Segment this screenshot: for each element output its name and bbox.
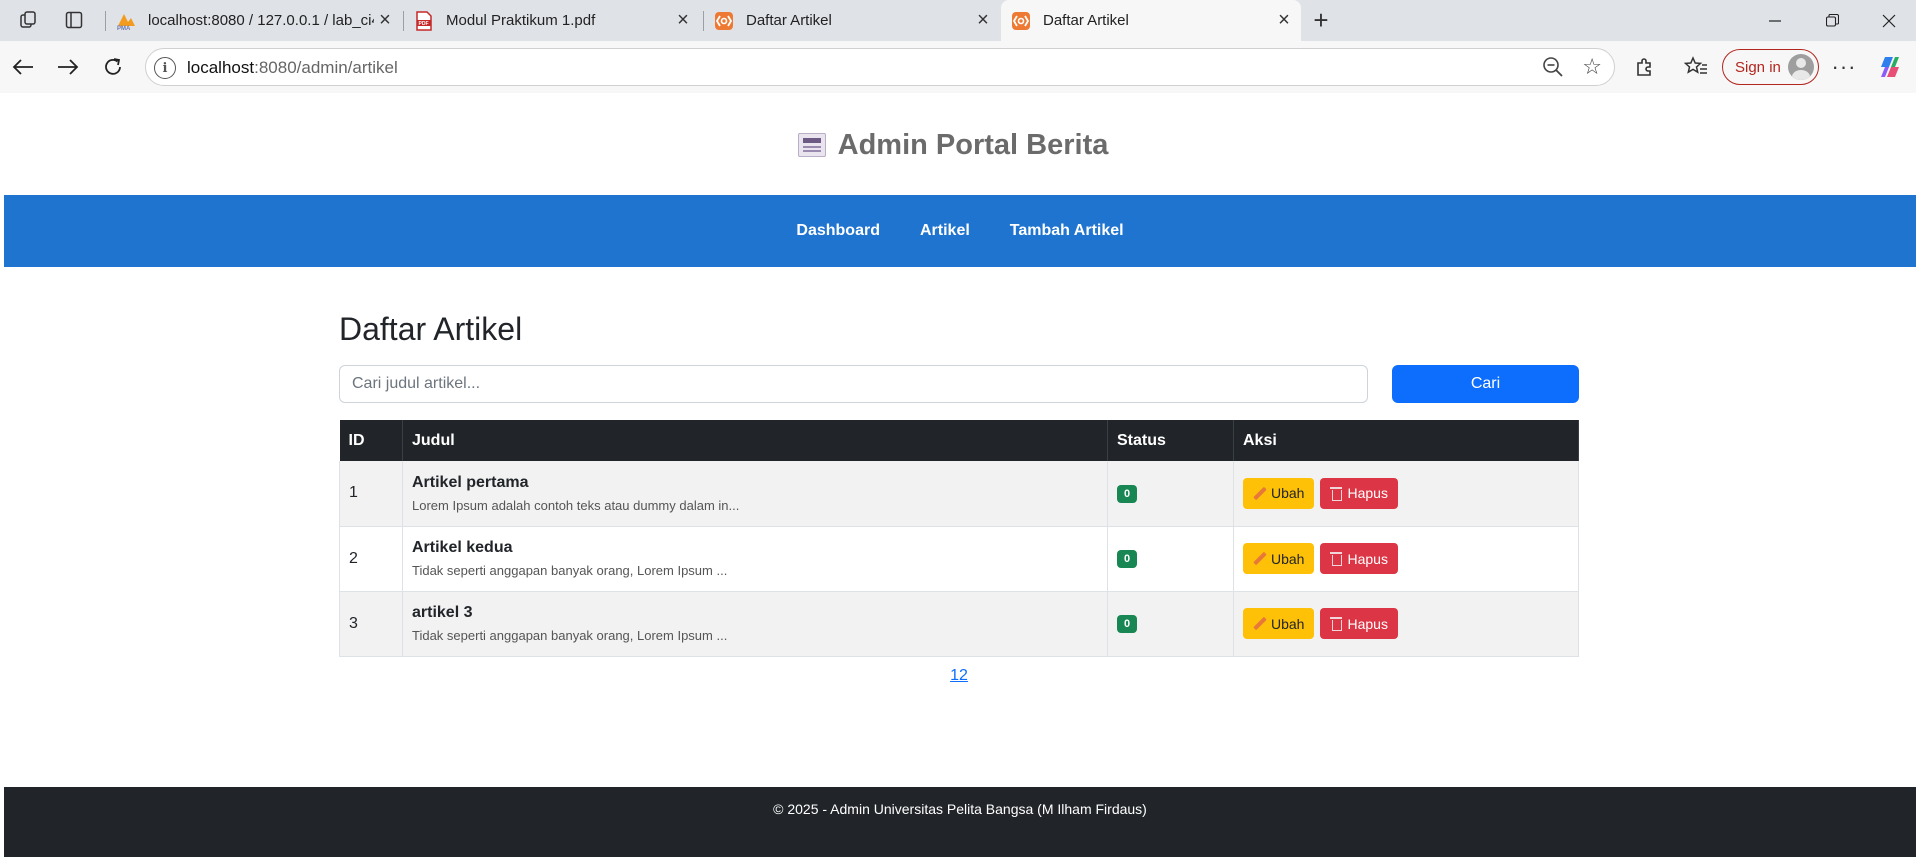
cell-status: 0 [1107,461,1234,527]
delete-button[interactable]: Hapus [1320,477,1398,509]
table-header-row: ID Judul Status Aksi [339,420,1579,461]
site-brand: Admin Portal Berita [797,128,1109,162]
trash-icon [1330,486,1343,501]
status-badge: 0 [1117,484,1138,503]
pencil-icon [1253,552,1266,565]
forward-icon[interactable] [50,50,86,84]
page-link-1[interactable]: 1 [950,667,959,684]
column-header-id: ID [339,420,403,461]
browser-tab-phpmyadmin[interactable]: PMA localhost:8080 / 127.0.0.1 / lab_ci4… [106,0,402,41]
column-header-aksi: Aksi [1233,420,1579,461]
footer-text: © 2025 - Admin Universitas Pelita Bangsa… [773,801,1147,817]
cell-judul: Artikel kedua Tidak seperti anggapan ban… [402,526,1108,592]
cell-id: 1 [339,461,403,527]
pencil-icon [1253,617,1266,630]
phpmyadmin-icon: PMA [116,11,136,31]
cell-judul: Artikel pertama Lorem Ipsum adalah conto… [402,461,1108,527]
newspaper-icon [797,133,826,157]
site-footer: © 2025 - Admin Universitas Pelita Bangsa… [4,787,1916,857]
column-header-status: Status [1107,420,1234,461]
delete-button[interactable]: Hapus [1320,543,1398,574]
nav-tambah-artikel[interactable]: Tambah Artikel [1010,222,1124,240]
tab-title: localhost:8080 / 127.0.0.1 / lab_ci4 [148,12,374,29]
edit-button[interactable]: Ubah [1243,477,1315,509]
profile-avatar-icon [1788,54,1814,80]
codeigniter-icon [1011,11,1031,31]
address-bar[interactable]: i localhost:8080/admin/artikel ☆ [145,48,1615,86]
minimize-icon[interactable] [1747,0,1803,41]
url-text[interactable]: localhost:8080/admin/artikel [187,58,398,78]
copilot-icon[interactable] [1876,53,1904,81]
column-header-judul: Judul [402,420,1108,461]
search-input[interactable] [339,365,1368,403]
trash-icon [1330,617,1343,631]
article-title: artikel 3 [412,604,473,621]
zoom-out-icon[interactable] [1542,56,1566,80]
edit-button[interactable]: Ubah [1243,608,1315,639]
cell-status: 0 [1107,526,1234,592]
page-link-2[interactable]: 2 [959,667,968,684]
status-badge: 0 [1117,615,1138,633]
articles-table: ID Judul Status Aksi 1 Artikel pertama L… [339,420,1579,657]
tab-actions-icon[interactable] [57,5,91,35]
close-tab-icon[interactable]: × [1273,9,1295,32]
pdf-icon: PDF [414,10,434,31]
browser-tab-daftar-artikel-active[interactable]: Daftar Artikel × [1001,0,1301,41]
article-excerpt: Tidak seperti anggapan banyak orang, Lor… [412,563,728,578]
cell-aksi: Ubah Hapus [1233,526,1579,592]
extensions-icon[interactable] [1630,53,1658,81]
browser-tab-strip: PMA localhost:8080 / 127.0.0.1 / lab_ci4… [0,0,1916,41]
tab-title: Daftar Artikel [1043,12,1129,29]
restore-icon[interactable] [1804,0,1860,41]
cell-judul: artikel 3 Tidak seperti anggapan banyak … [402,591,1108,657]
browser-tab-daftar-artikel[interactable]: Daftar Artikel × [704,0,1000,41]
back-icon[interactable] [5,50,41,84]
article-title: Artikel kedua [412,539,513,556]
pencil-icon [1253,487,1266,500]
sign-in-button[interactable]: Sign in [1722,49,1819,85]
trash-icon [1330,552,1343,566]
site-title: Admin Portal Berita [837,128,1109,161]
cell-id: 2 [339,526,403,592]
close-tab-icon[interactable]: × [672,9,694,32]
nav-dashboard[interactable]: Dashboard [796,222,880,240]
close-window-icon[interactable] [1861,0,1916,41]
main-navbar: Dashboard Artikel Tambah Artikel [4,195,1916,267]
site-info-icon[interactable]: i [154,57,176,79]
new-tab-icon[interactable]: + [1304,5,1338,35]
browser-tab-pdf[interactable]: PDF Modul Praktikum 1.pdf × [404,0,700,41]
more-options-icon[interactable]: ··· [1830,53,1858,81]
tab-title: Daftar Artikel [746,12,832,29]
close-tab-icon[interactable]: × [374,9,396,32]
delete-button[interactable]: Hapus [1320,608,1398,639]
page-viewport: Admin Portal Berita Dashboard Artikel Ta… [4,93,1916,857]
workspaces-icon[interactable] [12,5,46,35]
article-excerpt: Lorem Ipsum adalah contoh teks atau dumm… [412,497,740,513]
cell-aksi: Ubah Hapus [1233,461,1579,527]
pagination: 12 [339,667,1579,685]
codeigniter-icon [714,11,734,31]
nav-artikel[interactable]: Artikel [920,222,970,240]
cell-aksi: Ubah Hapus [1233,591,1579,657]
svg-text:PMA: PMA [117,26,131,30]
status-badge: 0 [1117,550,1138,568]
cell-status: 0 [1107,591,1234,657]
svg-text:PDF: PDF [419,21,429,27]
table-row: 1 Artikel pertama Lorem Ipsum adalah con… [339,461,1579,527]
article-title: Artikel pertama [412,473,529,491]
site-header: Admin Portal Berita [4,93,1916,195]
article-excerpt: Tidak seperti anggapan banyak orang, Lor… [412,628,728,643]
cell-id: 3 [339,591,403,657]
page-title: Daftar Artikel [339,311,523,347]
reload-icon[interactable] [95,50,131,84]
tab-title: Modul Praktikum 1.pdf [446,12,596,29]
table-row: 2 Artikel kedua Tidak seperti anggapan b… [339,526,1579,592]
close-tab-icon[interactable]: × [972,9,994,32]
favorites-icon[interactable] [1682,53,1710,81]
table-row: 3 artikel 3 Tidak seperti anggapan banya… [339,591,1579,657]
favorite-star-icon[interactable]: ☆ [1582,54,1602,80]
browser-toolbar: i localhost:8080/admin/artikel ☆ Sign in… [0,41,1916,93]
search-button[interactable]: Cari [1392,365,1579,403]
edit-button[interactable]: Ubah [1243,543,1315,574]
